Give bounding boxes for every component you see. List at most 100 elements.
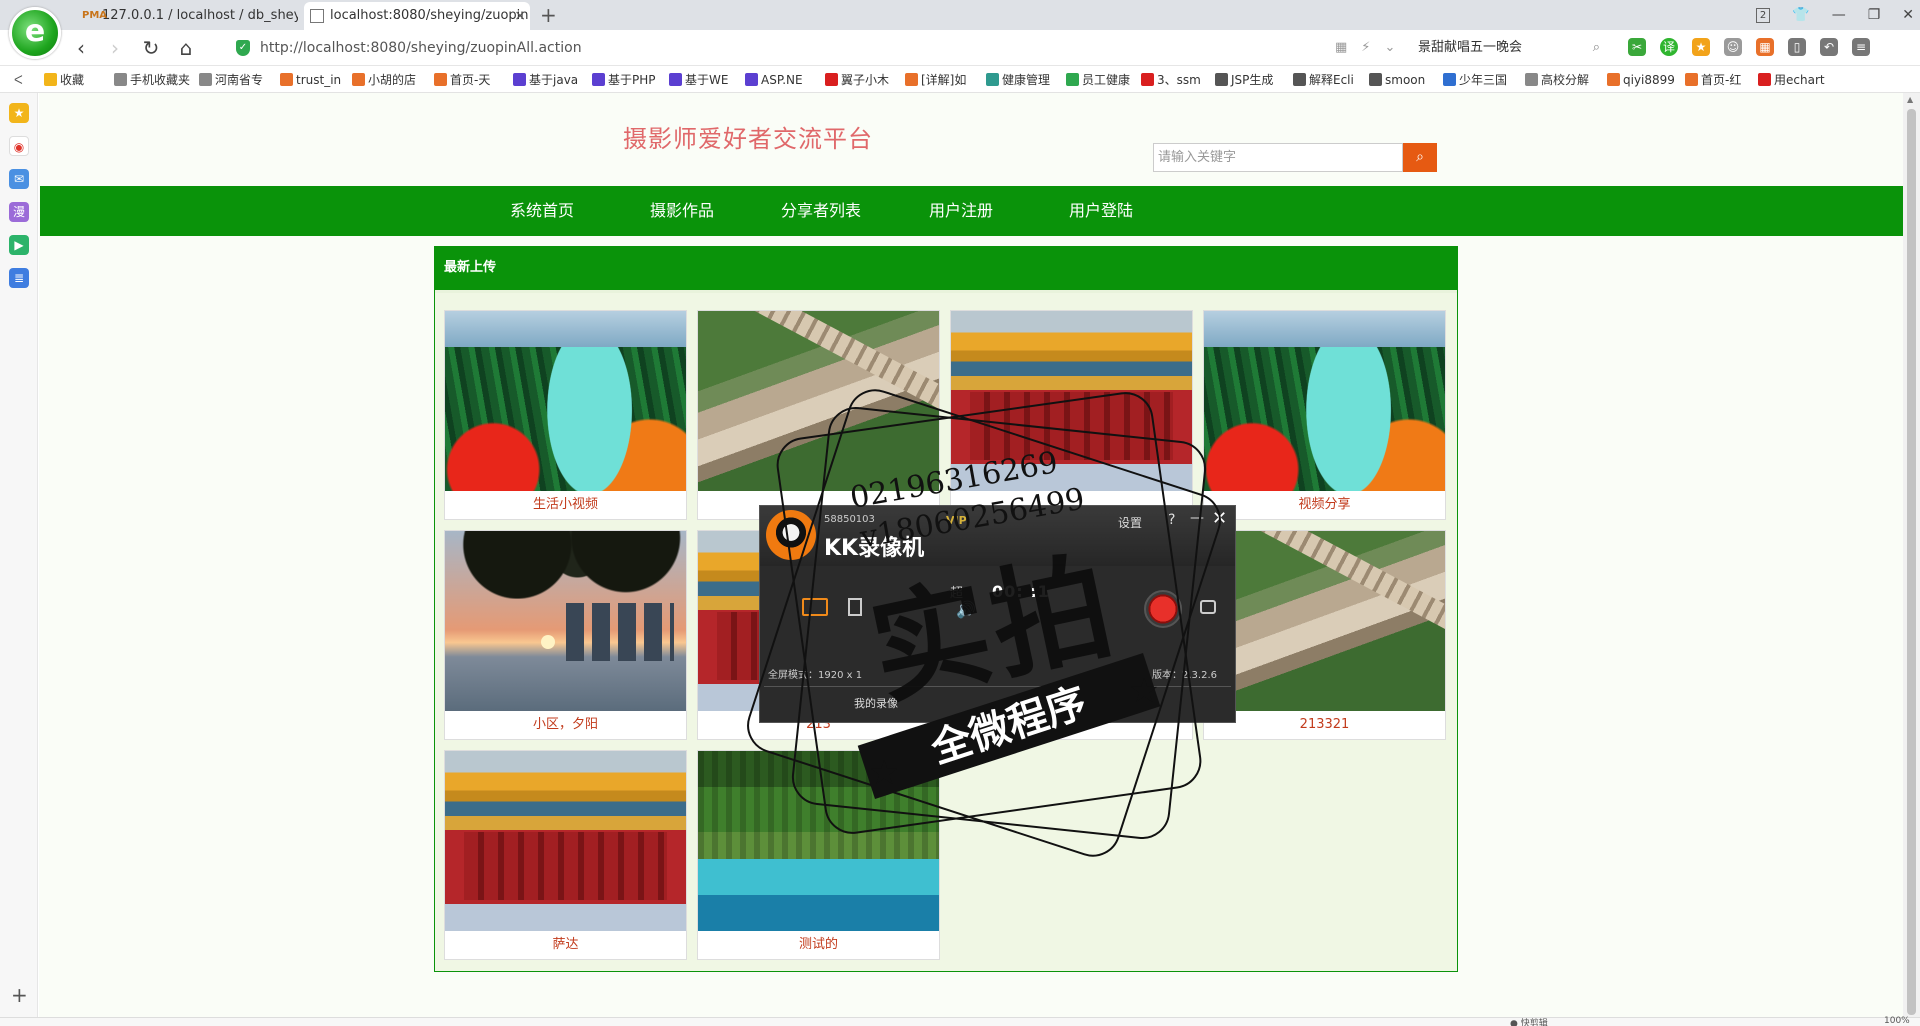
nav-login[interactable]: 用户登陆 <box>1069 186 1133 236</box>
lightning-icon[interactable]: ⚡ <box>1361 34 1370 62</box>
tablet-icon[interactable]: ▯ <box>1788 38 1806 56</box>
tab-phpmyadmin[interactable]: PMA 127.0.0.1 / localhost / db_shey <box>76 2 298 30</box>
search-engine-input[interactable]: 景甜献唱五一晚会 <box>1418 40 1522 55</box>
nav-works[interactable]: 摄影作品 <box>650 186 714 236</box>
window-count-badge[interactable]: 2 <box>1755 7 1771 23</box>
bookmark-item[interactable]: 员工健康 <box>1066 67 1130 93</box>
nav-register[interactable]: 用户注册 <box>929 186 993 236</box>
work-card[interactable]: 小区，夕阳 <box>444 530 687 740</box>
work-caption[interactable]: 测试的 <box>698 931 939 959</box>
speaker-icon[interactable]: 🔊 <box>956 600 976 619</box>
apps-grid-icon[interactable]: ▦ <box>1756 38 1774 56</box>
bookmark-item[interactable]: [详解]如 <box>905 67 966 93</box>
work-card[interactable] <box>697 310 940 520</box>
video-icon[interactable]: ▶ <box>9 235 29 255</box>
emoji-icon[interactable]: ☺ <box>1724 38 1742 56</box>
bookmark-item[interactable]: 首页-红 <box>1685 67 1741 93</box>
kk-vip-badge[interactable]: VIP <box>946 514 967 527</box>
restore-window-icon[interactable]: ❐ <box>1868 7 1881 23</box>
kk-settings-button[interactable]: 设置 <box>1118 514 1142 531</box>
close-tab-icon[interactable]: × <box>514 2 526 30</box>
bookmark-item[interactable]: 健康管理 <box>986 67 1050 93</box>
site-search-button[interactable]: ⌕ <box>1403 143 1437 172</box>
work-caption[interactable]: 213321 <box>1204 711 1445 739</box>
bookmark-item[interactable]: 河南省专 <box>199 67 263 93</box>
work-caption[interactable]: 小区，夕阳 <box>445 711 686 739</box>
zoom-level[interactable]: 100% <box>1884 1016 1910 1026</box>
home-button[interactable]: ⌂ <box>173 35 199 61</box>
bookmark-item[interactable]: 翼子小木 <box>825 67 889 93</box>
work-card[interactable]: 213321 <box>1203 530 1446 740</box>
bookmark-item[interactable]: 基于PHP <box>592 67 656 93</box>
add-sidebar-icon[interactable]: + <box>11 983 28 1007</box>
mail-icon[interactable]: ✉ <box>9 169 29 189</box>
minimize-window-icon[interactable]: — <box>1832 7 1846 23</box>
work-photo[interactable] <box>1204 531 1445 711</box>
bookmark-item[interactable]: 解释Ecli <box>1293 67 1354 93</box>
kk-help-button[interactable]: ? <box>1168 512 1175 528</box>
bookmarks-toggle[interactable]: ᐸ <box>10 67 23 93</box>
work-photo[interactable] <box>698 311 939 491</box>
bookmark-item[interactable]: qiyi8899 <box>1607 67 1675 93</box>
bookmark-item[interactable]: smoon <box>1369 67 1425 93</box>
qr-code-icon[interactable]: ▦ <box>1335 34 1347 62</box>
bookmark-item[interactable]: ASP.NE <box>745 67 803 93</box>
bookmark-item[interactable]: 首页-天 <box>434 67 490 93</box>
bookmark-item[interactable]: 高校分解 <box>1525 67 1589 93</box>
bookmark-item[interactable]: trust_in <box>280 67 341 93</box>
site-search-input[interactable]: 请输入关键字 <box>1153 143 1403 172</box>
address-input[interactable]: http://localhost:8080/sheying/zuopinAll.… <box>260 34 582 62</box>
bookmark-item[interactable]: 基于java <box>513 67 578 93</box>
search-engine-box[interactable]: 景甜献唱五一晚会 ⌕ <box>1410 34 1600 62</box>
scissors-icon[interactable]: ✂ <box>1628 38 1646 56</box>
work-photo[interactable] <box>445 751 686 931</box>
camera-icon[interactable] <box>1200 600 1216 614</box>
comic-icon[interactable]: 漫 <box>9 202 29 222</box>
work-caption[interactable]: 生活小视频 <box>445 491 686 519</box>
record-button[interactable] <box>1144 590 1182 628</box>
kk-close-button[interactable]: ✕ <box>1212 508 1227 529</box>
nav-home[interactable]: 系统首页 <box>510 186 574 236</box>
bookmark-item[interactable]: JSP生成 <box>1215 67 1273 93</box>
bookmark-item[interactable]: 小胡的店 <box>352 67 416 93</box>
scroll-up-icon[interactable]: ▲ <box>1907 95 1913 104</box>
undo-icon[interactable]: ↶ <box>1820 38 1838 56</box>
kk-minimize-button[interactable]: — <box>1190 510 1204 526</box>
tab-zuopin[interactable]: localhost:8080/sheying/zuopin × <box>304 2 530 30</box>
bookmark-item[interactable]: 收藏 <box>44 67 84 93</box>
bookmark-item[interactable]: 手机收藏夹 <box>114 67 190 93</box>
shield-ext-icon[interactable]: ★ <box>1692 38 1710 56</box>
document-icon[interactable]: ≣ <box>9 268 29 288</box>
bookmark-item[interactable]: 3、ssm <box>1141 67 1201 93</box>
menu-icon[interactable]: ≡ <box>1852 38 1870 56</box>
nav-sharers[interactable]: 分享者列表 <box>781 186 861 236</box>
kk-my-recordings-button[interactable]: 我的录像 <box>854 695 898 711</box>
work-card[interactable]: 视频分享 <box>1203 310 1446 520</box>
close-window-icon[interactable]: ✕ <box>1902 7 1914 23</box>
weibo-icon[interactable]: ◉ <box>9 136 29 156</box>
work-card[interactable]: 萨达 <box>444 750 687 960</box>
scrollbar-thumb[interactable] <box>1907 109 1916 1015</box>
new-tab-button[interactable]: + <box>540 2 557 28</box>
fullscreen-mode-icon[interactable] <box>802 598 828 616</box>
work-photo[interactable] <box>445 531 686 711</box>
work-photo[interactable] <box>445 311 686 491</box>
shirt-skin-icon[interactable]: 👕 <box>1792 7 1809 23</box>
address-bar[interactable]: ✓ http://localhost:8080/sheying/zuopinAl… <box>232 34 1382 62</box>
bookmark-item[interactable]: 用echart <box>1758 67 1825 93</box>
dropdown-icon[interactable]: ⌄ <box>1384 34 1395 62</box>
work-photo[interactable] <box>951 311 1192 491</box>
status-left[interactable]: ● 快剪辑 <box>1510 1016 1548 1026</box>
back-button[interactable]: ‹ <box>68 35 94 61</box>
reload-button[interactable]: ↻ <box>138 35 164 61</box>
work-card[interactable]: 生活小视频 <box>444 310 687 520</box>
window-mode-icon[interactable] <box>848 598 862 616</box>
page-scrollbar[interactable]: ▲ <box>1903 93 1920 1017</box>
work-card[interactable] <box>950 310 1193 520</box>
search-icon[interactable]: ⌕ <box>1593 34 1600 62</box>
work-photo[interactable] <box>1204 311 1445 491</box>
translate-icon[interactable]: 译 <box>1660 38 1678 56</box>
work-card[interactable]: 测试的 <box>697 750 940 960</box>
forward-button[interactable]: › <box>102 35 128 61</box>
work-caption[interactable]: 萨达 <box>445 931 686 959</box>
